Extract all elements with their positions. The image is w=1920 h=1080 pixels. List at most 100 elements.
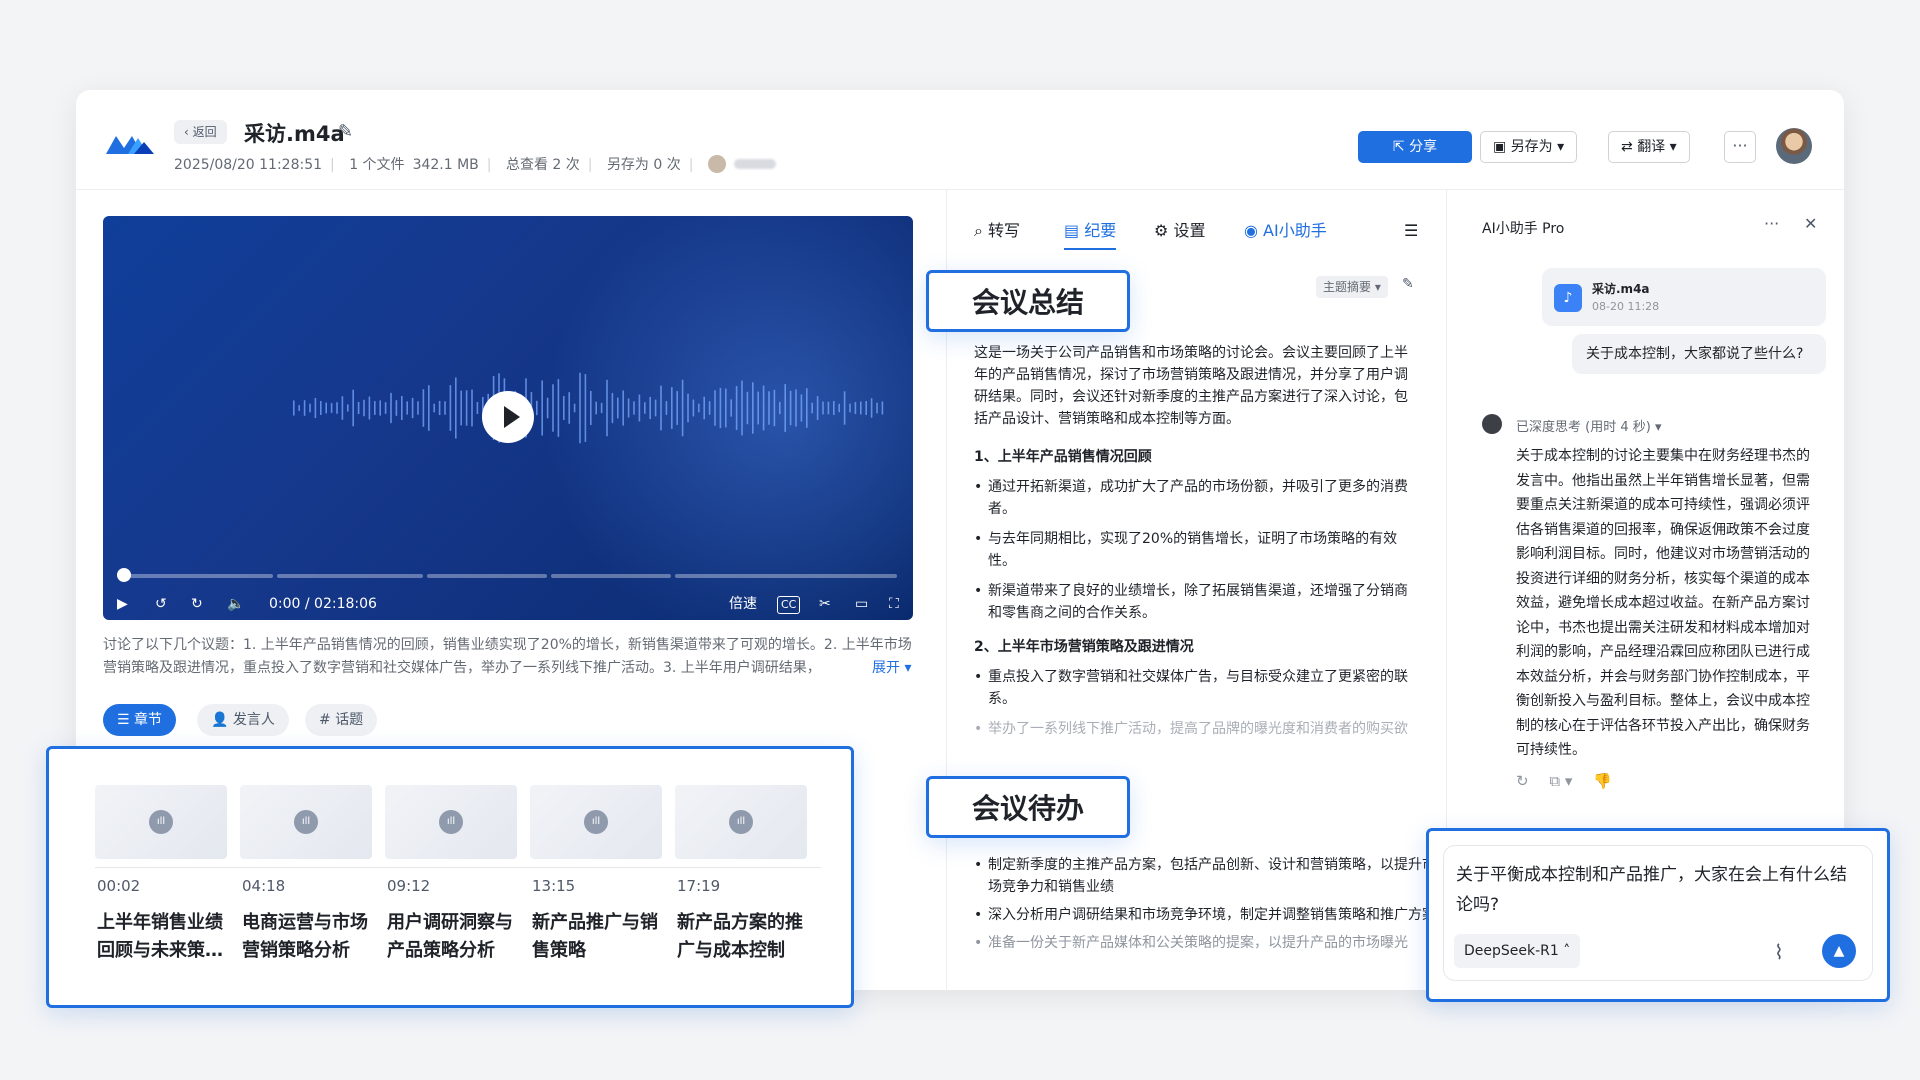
minutes-content: 这是一场关于公司产品销售和市场策略的讨论会。会议主要回顾了上半年的产品销售情况，… — [974, 342, 1420, 752]
play-small-icon[interactable]: ▶ — [117, 592, 128, 616]
chevron-up-icon: ˄ — [1558, 943, 1571, 959]
wave-bar — [638, 394, 641, 422]
callout-todo-label: 会议待办 — [971, 792, 1084, 825]
media-player[interactable]: ▶ ↺ ↻ 🔈 0:00 / 02:18:06 倍速 CC ✂ ▭ ⛶ — [103, 216, 913, 620]
chapter-thumbnail: ıll — [675, 785, 807, 859]
fullscreen-icon[interactable]: ⛶ — [889, 592, 899, 616]
list-item: 新渠道带来了良好的业绩增长，除了拓展销售渠道，还增强了分销商和零售商之间的合作关… — [974, 580, 1420, 624]
tab-settings[interactable]: ⚙ 设置 — [1154, 214, 1205, 248]
edit-minutes-icon[interactable]: ✎ — [1402, 276, 1414, 292]
wave-bar — [725, 388, 727, 428]
list-item: 重点投入了数字营销和社交媒体广告，与目标受众建立了更紧密的联系。 — [974, 666, 1420, 710]
save-as-label: 另存为 — [1510, 139, 1553, 155]
attached-file-time: 08-20 11:28 — [1592, 300, 1660, 313]
wave-bar — [811, 402, 813, 414]
scissors-icon[interactable]: ✂ — [819, 592, 831, 616]
play-button[interactable] — [482, 391, 534, 443]
header: ‹ 返回 采访.m4a ✎ 2025/08/20 11:28:51 | 1 个文件… — [76, 90, 1844, 190]
chapter-thumbnail: ıll — [385, 785, 517, 859]
ai-input-text: 关于平衡成本控制和产品推广，大家在会上有什么结论吗? — [1456, 865, 1847, 915]
wave-bar — [438, 400, 441, 416]
pip-icon[interactable]: ▭ — [855, 592, 868, 616]
wave-bar — [730, 399, 732, 417]
timeline-divider — [95, 867, 821, 868]
send-icon: ▲ — [1833, 943, 1845, 959]
paperclip-icon[interactable]: ⌇ — [1774, 940, 1784, 964]
more-button[interactable]: ··· — [1724, 131, 1756, 163]
owner-avatar — [707, 155, 726, 173]
save-as-button[interactable]: ▣ 另存为 ▾ — [1480, 131, 1578, 163]
play-icon — [504, 406, 520, 428]
volume-icon[interactable]: 🔈 — [227, 592, 244, 616]
wave-bar — [795, 389, 797, 427]
thumbs-down-icon[interactable]: 👎 — [1593, 772, 1612, 790]
back-button[interactable]: ‹ 返回 — [174, 120, 227, 144]
tab-speakers[interactable]: 👤 发言人 — [197, 704, 289, 736]
wave-bar — [536, 400, 538, 416]
wave-bar — [827, 401, 830, 415]
tab-transcribe[interactable]: ⌕ 转写 — [974, 214, 1020, 248]
send-button[interactable]: ▲ — [1822, 934, 1856, 968]
copy-icon[interactable]: ⧉ ▾ — [1549, 772, 1572, 790]
wave-bar — [789, 390, 792, 426]
progress-handle[interactable] — [117, 568, 131, 582]
wave-bar — [330, 403, 333, 413]
wave-bar — [687, 393, 689, 423]
audio-wave-icon: ıll — [584, 810, 608, 834]
close-icon[interactable]: ✕ — [1804, 214, 1817, 233]
wave-bar — [411, 397, 414, 419]
file-title: 采访.m4a — [244, 122, 345, 146]
attached-file-card[interactable]: ♪ 采访.m4a 08-20 11:28 — [1542, 268, 1826, 326]
audio-wave-icon: ıll — [439, 810, 463, 834]
ai-input-field[interactable]: 关于平衡成本控制和产品推广，大家在会上有什么结论吗? DeepSeek-R1 ˄… — [1443, 845, 1873, 981]
wave-bar — [622, 390, 624, 426]
wave-bar — [309, 403, 311, 413]
wave-bar — [417, 401, 419, 415]
tab-chapters[interactable]: ☰ 章节 — [103, 704, 177, 736]
wave-bar — [444, 401, 446, 415]
wave-bar — [379, 400, 381, 416]
file-datetime: 2025/08/20 11:28:51 — [174, 157, 323, 173]
topic-summary-dropdown[interactable]: 主题摘要 ▾ — [1316, 276, 1388, 298]
translate-button[interactable]: ⇄ 翻译 ▾ — [1608, 131, 1690, 163]
more-icon[interactable]: ··· — [1764, 214, 1779, 233]
wave-bar — [768, 391, 770, 425]
caret-down-icon: ▾ — [1552, 139, 1565, 155]
robot-icon: ◉ — [1244, 221, 1264, 240]
wave-bar — [384, 402, 387, 414]
regenerate-icon[interactable]: ↻ — [1516, 772, 1529, 790]
wave-bar — [665, 401, 668, 415]
share-button[interactable]: ⇱ 分享 — [1358, 131, 1472, 163]
edit-title-icon[interactable]: ✎ — [338, 121, 353, 142]
wave-bar — [849, 403, 851, 413]
callout-todo: 会议待办 — [926, 776, 1130, 838]
progress-bar[interactable] — [123, 574, 897, 578]
wave-bar — [374, 401, 376, 415]
chapter-time: 13:15 — [532, 877, 576, 895]
back-label: 返回 — [192, 125, 217, 139]
wave-bar — [870, 398, 873, 418]
forward-icon[interactable]: ↻ — [191, 592, 203, 616]
speed-button[interactable]: 倍速 — [729, 592, 757, 616]
wave-bar — [757, 391, 759, 425]
wave-bar — [584, 374, 587, 442]
model-selector[interactable]: DeepSeek-R1 ˄ — [1454, 934, 1581, 968]
todo-item: 准备一份关于新产品媒体和公关策略的提案，以提升产品的市场曝光 — [974, 932, 1444, 954]
outline-toggle-icon[interactable]: ☰ — [1404, 214, 1418, 248]
wave-bar — [784, 384, 786, 432]
audio-waveform — [293, 372, 884, 444]
wave-bar — [573, 403, 576, 413]
captions-button[interactable]: CC — [777, 596, 801, 614]
person-icon: 👤 — [211, 712, 233, 728]
list-item: 举办了一系列线下推广活动，提高了品牌的曝光度和消费者的购买欲 — [974, 718, 1420, 740]
expand-link[interactable]: 展开 ▾ — [872, 657, 911, 677]
wave-bar — [833, 401, 835, 415]
thinking-toggle[interactable]: 已深度思考 (用时 4 秒) ▾ — [1516, 416, 1661, 435]
wave-bar — [822, 401, 824, 415]
wave-bar — [552, 384, 554, 432]
tab-minutes[interactable]: ▤ 纪要 — [1064, 214, 1117, 250]
rewind-icon[interactable]: ↺ — [155, 592, 167, 616]
tab-ai-assistant[interactable]: ◉ AI小助手 — [1244, 214, 1327, 248]
tab-topics[interactable]: # 话题 — [305, 704, 378, 736]
user-avatar[interactable] — [1776, 128, 1812, 164]
